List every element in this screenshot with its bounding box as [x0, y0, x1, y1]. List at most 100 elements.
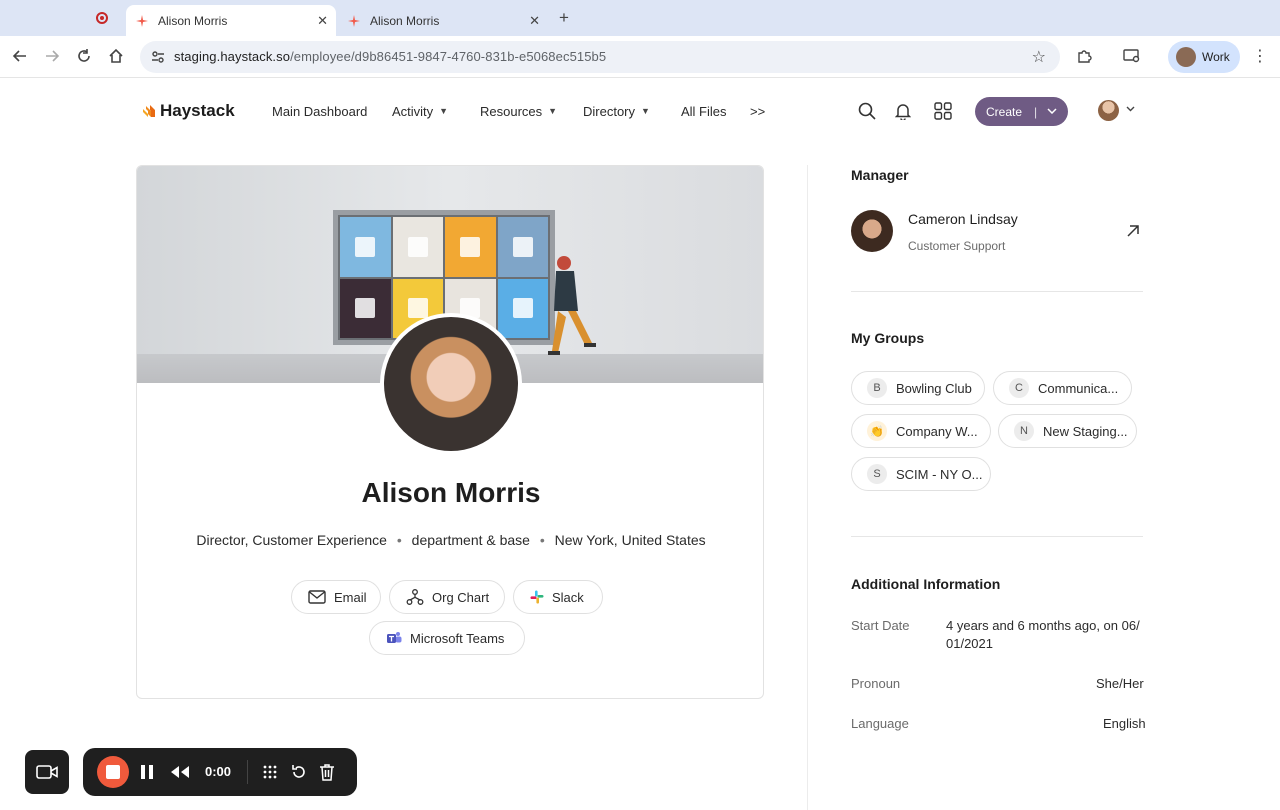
back-arrow-icon[interactable] — [10, 46, 30, 66]
chevron-down-icon: ▼ — [641, 106, 650, 116]
chevron-down-icon[interactable] — [1126, 104, 1135, 114]
trash-icon[interactable] — [317, 762, 337, 782]
search-icon[interactable] — [857, 101, 877, 121]
nav-main-dashboard[interactable]: Main Dashboard — [272, 102, 367, 120]
manager-heading: Manager — [851, 167, 909, 183]
bell-icon[interactable] — [893, 101, 913, 121]
forward-arrow-icon[interactable] — [42, 46, 62, 66]
haystack-logo[interactable]: Haystack — [142, 101, 235, 121]
pronoun-label: Pronoun — [851, 676, 901, 691]
nav-directory[interactable]: Directory ▼ — [583, 102, 650, 120]
billboard-tile — [497, 278, 548, 338]
group-initial: N — [1014, 421, 1034, 441]
start-date-value-line1: 4 years and 6 months ago, on 06/ — [946, 618, 1140, 633]
manager-name[interactable]: Cameron Lindsay — [908, 211, 1018, 227]
haystack-favicon-icon — [348, 14, 360, 27]
nav-all-files[interactable]: All Files — [681, 102, 727, 120]
group-initial: C — [1009, 378, 1029, 398]
cover-walking-person — [548, 256, 596, 355]
chevron-down-icon: ▼ — [548, 106, 558, 116]
site-settings-icon[interactable] — [150, 49, 166, 65]
group-chip[interactable]: 👏 Company W... — [851, 414, 991, 448]
profile-department: department & base — [411, 532, 530, 548]
url-text: staging.haystack.so/employee/d9b86451-98… — [174, 49, 606, 64]
bookmark-star-icon[interactable]: ☆ — [1032, 47, 1046, 67]
group-initial: 👏 — [867, 421, 887, 441]
group-label: SCIM - NY O... — [896, 466, 983, 482]
nav-resources[interactable]: Resources ▼ — [480, 102, 557, 120]
haystack-favicon-icon — [136, 14, 148, 27]
group-label: Communica... — [1038, 380, 1119, 396]
browser-menu-icon[interactable]: ⋮ — [1252, 46, 1268, 66]
reload-icon[interactable] — [74, 46, 94, 66]
recording-indicator-icon — [96, 12, 108, 24]
video-camera-icon — [36, 765, 58, 779]
profile-chip[interactable]: Work — [1168, 41, 1240, 73]
restart-icon[interactable] — [289, 762, 309, 782]
tab-title: Alison Morris — [370, 13, 440, 28]
chevron-down-icon: ▼ — [439, 106, 449, 116]
profile-location: New York, United States — [554, 532, 706, 548]
slack-icon — [530, 590, 544, 604]
manager-role: Customer Support — [908, 239, 1006, 253]
recording-toolbar: 0:00 — [83, 748, 357, 796]
user-avatar[interactable] — [1098, 100, 1119, 121]
manager-avatar[interactable] — [851, 210, 893, 252]
meta-separator: • — [396, 532, 402, 548]
billboard-tile — [445, 217, 496, 277]
home-icon[interactable] — [106, 46, 126, 66]
language-label: Language — [851, 716, 909, 731]
tab-close-icon[interactable]: ✕ — [529, 13, 540, 29]
nav-label: All Files — [681, 103, 727, 119]
recording-timer: 0:00 — [205, 764, 232, 779]
chevron-down-icon[interactable] — [1047, 106, 1057, 117]
drawing-grid-icon[interactable] — [260, 762, 280, 782]
profile-label: Work — [1202, 50, 1230, 64]
browser-toolbar: staging.haystack.so/employee/d9b86451-98… — [0, 36, 1280, 78]
slack-button[interactable]: Slack — [513, 580, 603, 614]
nav-activity[interactable]: Activity ▼ — [392, 102, 448, 120]
nav-label: Resources — [480, 103, 543, 119]
meta-separator: • — [539, 532, 545, 548]
haystack-logo-icon — [143, 105, 155, 117]
external-link-arrow-icon[interactable] — [1125, 223, 1141, 239]
rewind-icon[interactable] — [170, 762, 190, 782]
browser-tab[interactable]: Alison Morris ✕ — [338, 5, 548, 36]
create-button[interactable]: Create | — [975, 97, 1068, 126]
group-chip[interactable]: C Communica... — [993, 371, 1132, 405]
pronoun-value: She/Her — [1096, 676, 1144, 691]
email-button[interactable]: Email — [291, 580, 381, 614]
microsoft-teams-label: Microsoft Teams — [410, 630, 505, 646]
nav-label: Directory — [583, 103, 636, 119]
group-chip[interactable]: N New Staging... — [998, 414, 1137, 448]
extensions-puzzle-icon[interactable] — [1074, 46, 1094, 66]
group-chip[interactable]: S SCIM - NY O... — [851, 457, 991, 491]
browser-tab-strip: Alison Morris ✕ Alison Morris ✕ + — [0, 0, 1280, 36]
browser-tab-active[interactable]: Alison Morris ✕ — [126, 5, 336, 36]
org-chart-button[interactable]: Org Chart — [389, 580, 505, 614]
pause-icon[interactable] — [137, 762, 157, 782]
recorder-divider — [247, 760, 248, 784]
start-date-value-line2: 01/2021 — [946, 636, 993, 651]
stop-recording-button[interactable] — [97, 756, 129, 788]
group-initial: B — [867, 378, 887, 398]
brand-name: Haystack — [160, 101, 235, 120]
address-bar[interactable]: staging.haystack.so/employee/d9b86451-98… — [140, 41, 1060, 73]
apps-grid-icon[interactable] — [933, 101, 953, 121]
camera-toggle-button[interactable] — [25, 750, 69, 794]
new-tab-button[interactable]: + — [559, 8, 569, 28]
media-search-icon[interactable] — [1122, 46, 1142, 66]
billboard-tile — [392, 217, 443, 277]
profile-avatar — [384, 317, 518, 451]
microsoft-teams-button[interactable]: Microsoft Teams — [369, 621, 525, 655]
group-chip[interactable]: B Bowling Club — [851, 371, 985, 405]
profile-avatar — [1176, 47, 1196, 67]
language-value: English — [1103, 716, 1146, 731]
tab-title: Alison Morris — [158, 13, 228, 28]
group-label: Company W... — [896, 423, 978, 439]
url-path: /employee/d9b86451-9847-4760-831b-e5068e… — [290, 49, 607, 64]
section-divider — [851, 291, 1143, 292]
profile-name: Alison Morris — [361, 477, 541, 508]
tab-close-icon[interactable]: ✕ — [317, 13, 328, 29]
nav-more-button[interactable]: >> — [750, 102, 765, 120]
